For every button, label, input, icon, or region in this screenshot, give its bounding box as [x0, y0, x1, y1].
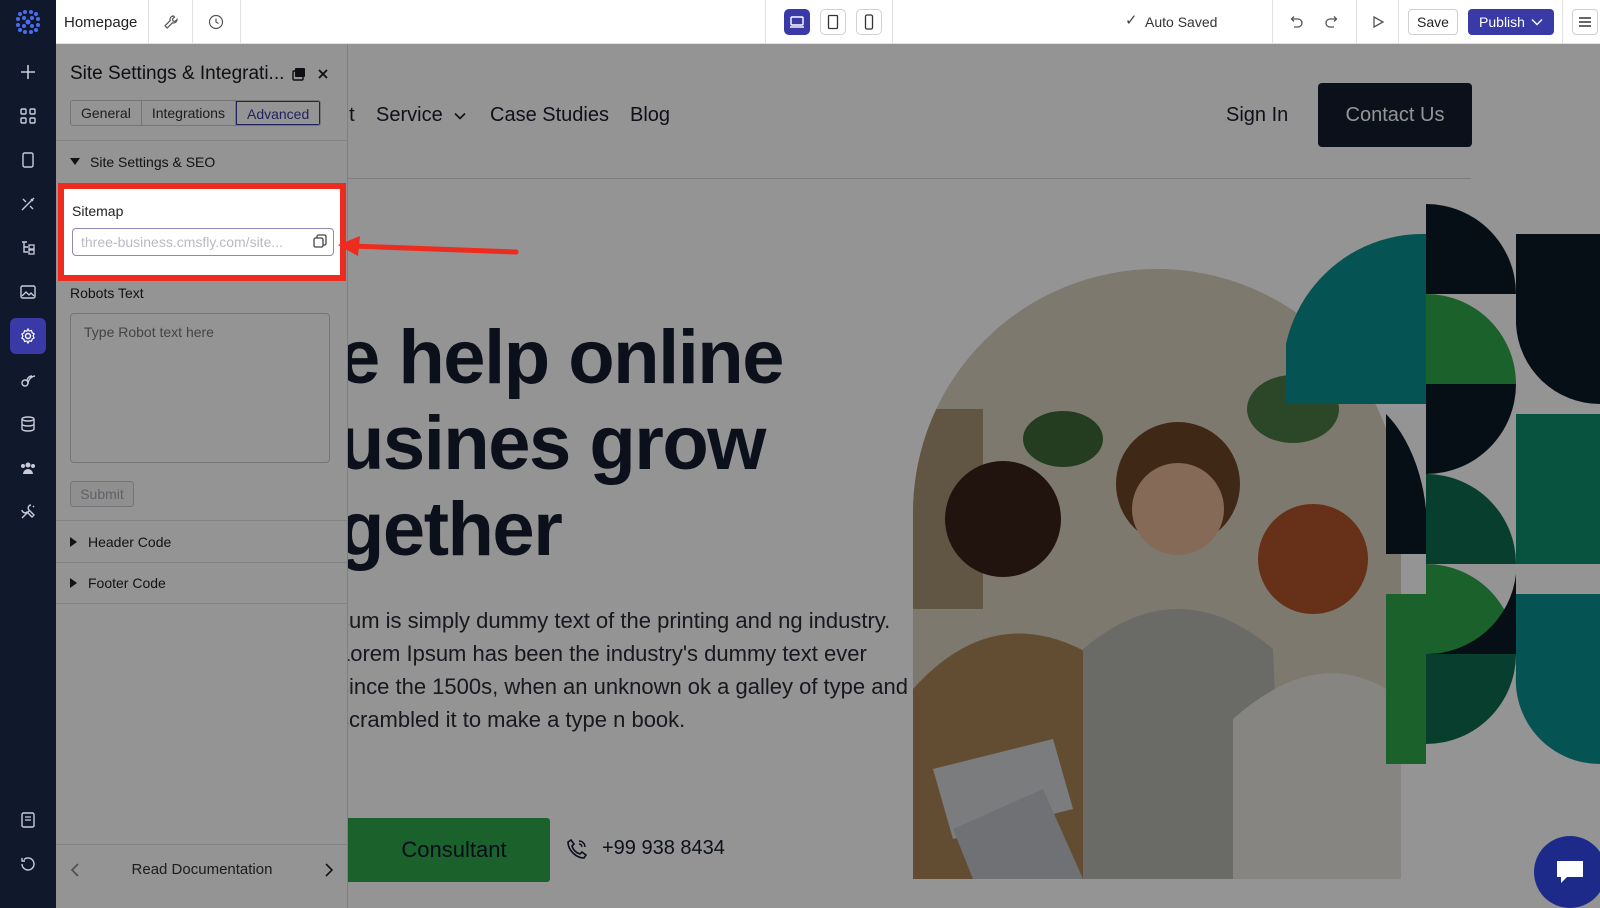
- add-icon[interactable]: [10, 54, 46, 90]
- read-documentation-link[interactable]: Read Documentation: [132, 861, 273, 878]
- robots-text-field[interactable]: [70, 313, 330, 463]
- copy-icon[interactable]: [312, 233, 328, 252]
- sitemap-field-highlighted[interactable]: three-business.cmsfly.com/site...: [72, 228, 334, 256]
- desktop-icon: [790, 16, 804, 28]
- caret-right-icon: [70, 578, 77, 588]
- media-image-icon[interactable]: [10, 274, 46, 310]
- layers-tree-icon[interactable]: [10, 230, 46, 266]
- tablet-view-button[interactable]: [820, 9, 846, 35]
- sitemap-label-highlighted: Sitemap: [72, 203, 124, 219]
- chat-widget-button[interactable]: [1534, 836, 1600, 908]
- database-icon[interactable]: [10, 406, 46, 442]
- activity-history-icon[interactable]: [10, 846, 46, 882]
- divider: [56, 140, 348, 141]
- left-icon-rail: [0, 44, 56, 908]
- logo-icon: [16, 10, 40, 34]
- desktop-view-button[interactable]: [784, 9, 810, 35]
- panel-title: Site Settings & Integrati...: [70, 63, 285, 84]
- tools-icon[interactable]: [10, 494, 46, 530]
- divider: [56, 520, 348, 521]
- top-toolbar: Homepage ✓ Auto Saved Save Publish: [0, 0, 1600, 44]
- page-selector[interactable]: Homepage: [64, 14, 137, 31]
- app-logo[interactable]: [0, 0, 56, 44]
- publish-button[interactable]: Publish: [1468, 9, 1554, 35]
- chevron-right-icon[interactable]: [324, 862, 334, 877]
- read-documentation-footer[interactable]: Read Documentation: [56, 844, 348, 894]
- chevron-down-icon: [1531, 19, 1543, 26]
- divider: [148, 0, 149, 44]
- design-tools-icon[interactable]: [10, 186, 46, 222]
- site-settings-panel: Site Settings & Integrati... General Int…: [56, 44, 348, 908]
- documentation-book-icon[interactable]: [10, 802, 46, 838]
- tab-integrations[interactable]: Integrations: [141, 101, 236, 125]
- annotation-arrow: [338, 236, 519, 256]
- divider: [1562, 0, 1563, 44]
- save-button[interactable]: Save: [1408, 9, 1458, 35]
- footer-code-label: Footer Code: [88, 575, 166, 591]
- wrench-icon[interactable]: [155, 7, 187, 37]
- section-seo-toggle[interactable]: Site Settings & SEO: [70, 154, 215, 170]
- mobile-icon: [864, 14, 874, 30]
- header-code-label: Header Code: [88, 534, 172, 550]
- divider: [1272, 0, 1273, 44]
- tab-general[interactable]: General: [71, 101, 142, 125]
- detach-window-icon[interactable]: [289, 64, 309, 84]
- caret-right-icon: [70, 537, 77, 547]
- divider: [56, 603, 348, 604]
- caret-down-icon: [70, 158, 80, 165]
- divider: [192, 0, 193, 44]
- close-icon[interactable]: [313, 64, 333, 84]
- pages-icon[interactable]: [10, 142, 46, 178]
- divider: [240, 0, 241, 44]
- sitemap-highlight-box: Sitemap three-business.cmsfly.com/site..…: [58, 183, 346, 281]
- chevron-left-icon[interactable]: [70, 862, 80, 877]
- integrations-icon[interactable]: [10, 362, 46, 398]
- chat-icon: [1557, 861, 1583, 883]
- robots-text-label: Robots Text: [70, 285, 144, 301]
- divider: [1398, 0, 1399, 44]
- divider: [765, 0, 766, 44]
- redo-icon[interactable]: [1316, 7, 1348, 37]
- sitemap-value-highlighted: three-business.cmsfly.com/site...: [81, 234, 284, 250]
- users-icon[interactable]: [10, 450, 46, 486]
- history-clock-icon[interactable]: [200, 7, 232, 37]
- section-seo-label: Site Settings & SEO: [90, 154, 216, 170]
- settings-gear-icon[interactable]: [10, 318, 46, 354]
- check-icon: ✓: [1125, 12, 1138, 29]
- tab-advanced[interactable]: Advanced: [235, 101, 321, 125]
- section-footer-code-toggle[interactable]: Footer Code: [70, 575, 166, 591]
- undo-icon[interactable]: [1280, 7, 1312, 37]
- panel-dim-overlay: [56, 44, 348, 908]
- divider: [1356, 0, 1357, 44]
- divider: [56, 562, 348, 563]
- components-grid-icon[interactable]: [10, 98, 46, 134]
- divider: [892, 0, 893, 44]
- save-status: Auto Saved: [1145, 14, 1218, 30]
- hamburger-menu-button[interactable]: [1572, 9, 1598, 35]
- submit-button[interactable]: Submit: [70, 481, 134, 507]
- section-header-code-toggle[interactable]: Header Code: [70, 534, 171, 550]
- publish-label: Publish: [1479, 14, 1525, 30]
- preview-play-icon[interactable]: [1362, 7, 1394, 37]
- tablet-icon: [827, 14, 839, 30]
- mobile-view-button[interactable]: [856, 9, 882, 35]
- hamburger-icon: [1579, 17, 1591, 27]
- settings-tabs: General Integrations Advanced: [70, 100, 322, 126]
